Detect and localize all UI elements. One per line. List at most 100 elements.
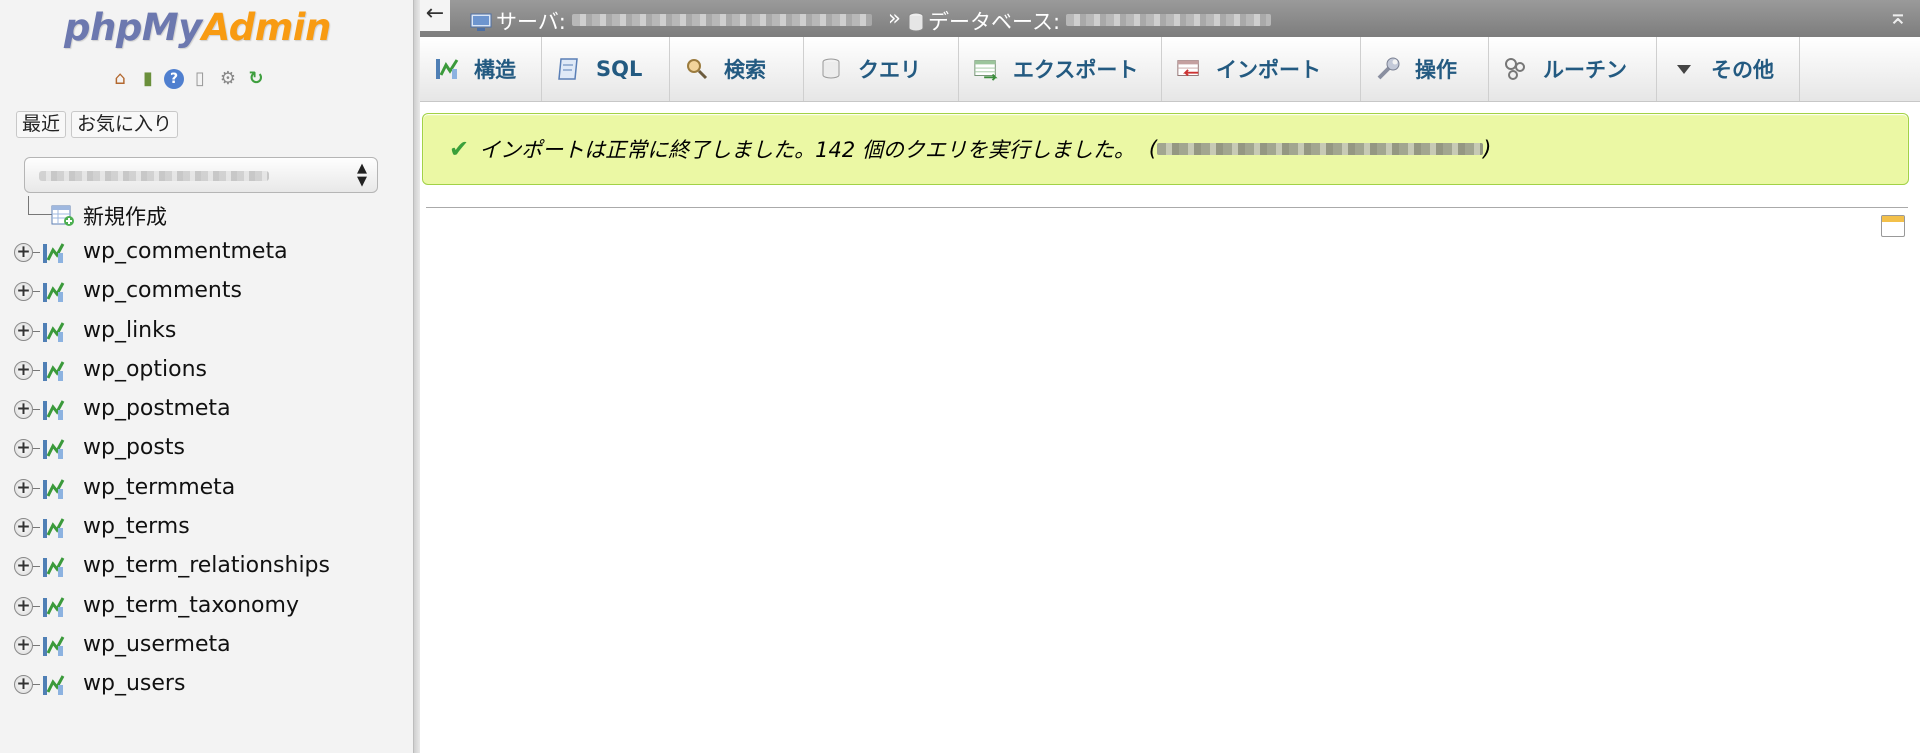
table-item[interactable]: + wp_term_relationships bbox=[14, 548, 409, 587]
panel-resize-handle[interactable] bbox=[413, 0, 420, 753]
table-name[interactable]: wp_postmeta bbox=[83, 396, 231, 421]
settings-icon[interactable]: ⚙ bbox=[216, 67, 240, 91]
tab-query[interactable]: クエリ bbox=[804, 37, 959, 101]
table-item[interactable]: + wp_options bbox=[14, 352, 409, 391]
database-select[interactable]: ▲ ▼ bbox=[24, 157, 378, 193]
table-item[interactable]: + wp_posts bbox=[14, 430, 409, 469]
table-structure-icon[interactable] bbox=[41, 320, 67, 344]
table-structure-icon[interactable] bbox=[41, 673, 67, 697]
expand-icon[interactable]: + bbox=[14, 321, 33, 341]
docs-icon[interactable]: ▯ bbox=[188, 67, 212, 91]
recent-favorites-tabs: 最近 お気に入り bbox=[16, 111, 179, 138]
table-item[interactable]: + wp_usermeta bbox=[14, 627, 409, 666]
tab-label: クエリ bbox=[858, 58, 921, 82]
database-icon bbox=[908, 12, 924, 32]
server-label: サーバ: bbox=[496, 10, 566, 34]
table-name[interactable]: wp_usermeta bbox=[83, 632, 231, 657]
expand-icon[interactable]: + bbox=[14, 675, 33, 695]
tree-connector bbox=[33, 330, 40, 332]
tab-more[interactable]: その他 bbox=[1657, 37, 1800, 101]
redacted-database-name bbox=[1066, 14, 1272, 26]
expand-icon[interactable]: + bbox=[14, 282, 33, 302]
open-paren: ( bbox=[1148, 137, 1158, 161]
tab-search[interactable]: 検索 bbox=[670, 37, 804, 101]
collapse-icon[interactable]: ⌅ bbox=[1888, 2, 1908, 30]
table-list: + wp_commentmeta + wp_comments + wp_links + wp_… bbox=[14, 234, 409, 706]
tab-label: 操作 bbox=[1415, 58, 1457, 82]
expand-icon[interactable]: + bbox=[14, 243, 33, 262]
table-name[interactable]: wp_terms bbox=[83, 514, 190, 539]
table-name[interactable]: wp_options bbox=[83, 357, 207, 382]
table-item[interactable]: + wp_postmeta bbox=[14, 391, 409, 430]
table-structure-icon[interactable] bbox=[41, 477, 67, 501]
exit-icon[interactable]: ▮ bbox=[136, 67, 160, 91]
table-item[interactable]: + wp_commentmeta bbox=[14, 234, 409, 273]
help-icon[interactable]: ? bbox=[164, 69, 184, 89]
tab-label: SQL bbox=[596, 57, 643, 81]
tree-connector bbox=[33, 605, 40, 607]
tree-new-item[interactable]: 新規作成 bbox=[14, 196, 409, 234]
tab-label: インポート bbox=[1216, 58, 1321, 82]
table-name[interactable]: wp_links bbox=[83, 318, 176, 343]
tree-connector bbox=[33, 644, 40, 646]
table-name[interactable]: wp_term_relationships bbox=[83, 553, 330, 578]
table-structure-icon[interactable] bbox=[41, 437, 67, 461]
table-item[interactable]: + wp_links bbox=[14, 313, 409, 352]
search-icon bbox=[684, 56, 710, 82]
sql-icon bbox=[556, 56, 582, 82]
tree-connector bbox=[33, 369, 40, 371]
table-structure-icon[interactable] bbox=[41, 555, 67, 579]
recent-button[interactable]: 最近 bbox=[16, 111, 67, 138]
home-icon[interactable]: ⌂ bbox=[108, 67, 132, 91]
table-structure-icon[interactable] bbox=[41, 634, 67, 658]
tab-import[interactable]: インポート bbox=[1162, 37, 1361, 101]
database-label: データベース: bbox=[928, 10, 1061, 34]
table-item[interactable]: + wp_users bbox=[14, 666, 409, 705]
expand-icon[interactable]: + bbox=[14, 360, 33, 380]
table-name[interactable]: wp_commentmeta bbox=[83, 239, 288, 264]
tab-sql[interactable]: SQL bbox=[542, 37, 670, 101]
tree-connector bbox=[33, 684, 40, 686]
server-icon bbox=[470, 13, 492, 31]
table-structure-icon[interactable] bbox=[41, 359, 67, 383]
reload-icon[interactable]: ↻ bbox=[244, 67, 268, 91]
table-structure-icon[interactable] bbox=[41, 595, 67, 619]
back-arrow-icon[interactable]: ← bbox=[420, 0, 450, 31]
expand-icon[interactable]: + bbox=[14, 518, 33, 538]
expand-icon[interactable]: + bbox=[14, 400, 33, 420]
page-settings-icon[interactable] bbox=[1881, 215, 1905, 237]
table-item[interactable]: + wp_term_taxonomy bbox=[14, 588, 409, 627]
table-item[interactable]: + wp_comments bbox=[14, 273, 409, 312]
success-message: ✔ インポートは正常に終了しました。142 個のクエリを実行しました。 ( ) bbox=[422, 113, 1909, 185]
table-name[interactable]: wp_comments bbox=[83, 278, 242, 303]
expand-icon[interactable]: + bbox=[14, 439, 33, 459]
new-item-label: 新規作成 bbox=[83, 205, 167, 229]
table-name[interactable]: wp_termmeta bbox=[83, 475, 235, 500]
table-item[interactable]: + wp_termmeta bbox=[14, 470, 409, 509]
table-structure-icon[interactable] bbox=[41, 280, 67, 304]
table-item[interactable]: + wp_terms bbox=[14, 509, 409, 548]
content-divider bbox=[426, 207, 1908, 208]
favorites-button[interactable]: お気に入り bbox=[71, 111, 179, 138]
table-name[interactable]: wp_term_taxonomy bbox=[83, 593, 299, 618]
table-name[interactable]: wp_posts bbox=[83, 435, 185, 460]
phpmyadmin-logo[interactable]: phpMyAdmin bbox=[64, 0, 354, 56]
expand-icon[interactable]: + bbox=[14, 557, 33, 577]
table-name[interactable]: wp_users bbox=[83, 671, 185, 696]
tree-connector bbox=[28, 196, 52, 215]
checkmark-icon: ✔ bbox=[449, 135, 470, 163]
breadcrumb-database[interactable]: データベース: bbox=[908, 6, 1272, 36]
expand-icon[interactable]: + bbox=[14, 478, 33, 498]
breadcrumb-server[interactable]: サーバ: bbox=[470, 6, 872, 36]
tab-operations[interactable]: 操作 bbox=[1361, 37, 1489, 101]
tab-export[interactable]: エクスポート bbox=[959, 37, 1162, 101]
table-structure-icon[interactable] bbox=[41, 398, 67, 422]
table-structure-icon[interactable] bbox=[41, 241, 67, 265]
table-structure-icon[interactable] bbox=[41, 516, 67, 540]
expand-icon[interactable]: + bbox=[14, 635, 33, 655]
tree-connector bbox=[33, 252, 40, 253]
expand-icon[interactable]: + bbox=[14, 596, 33, 616]
tab-structure[interactable]: 構造 bbox=[420, 37, 542, 101]
tab-routines[interactable]: ルーチン bbox=[1489, 37, 1657, 101]
tab-label: 構造 bbox=[474, 58, 516, 82]
